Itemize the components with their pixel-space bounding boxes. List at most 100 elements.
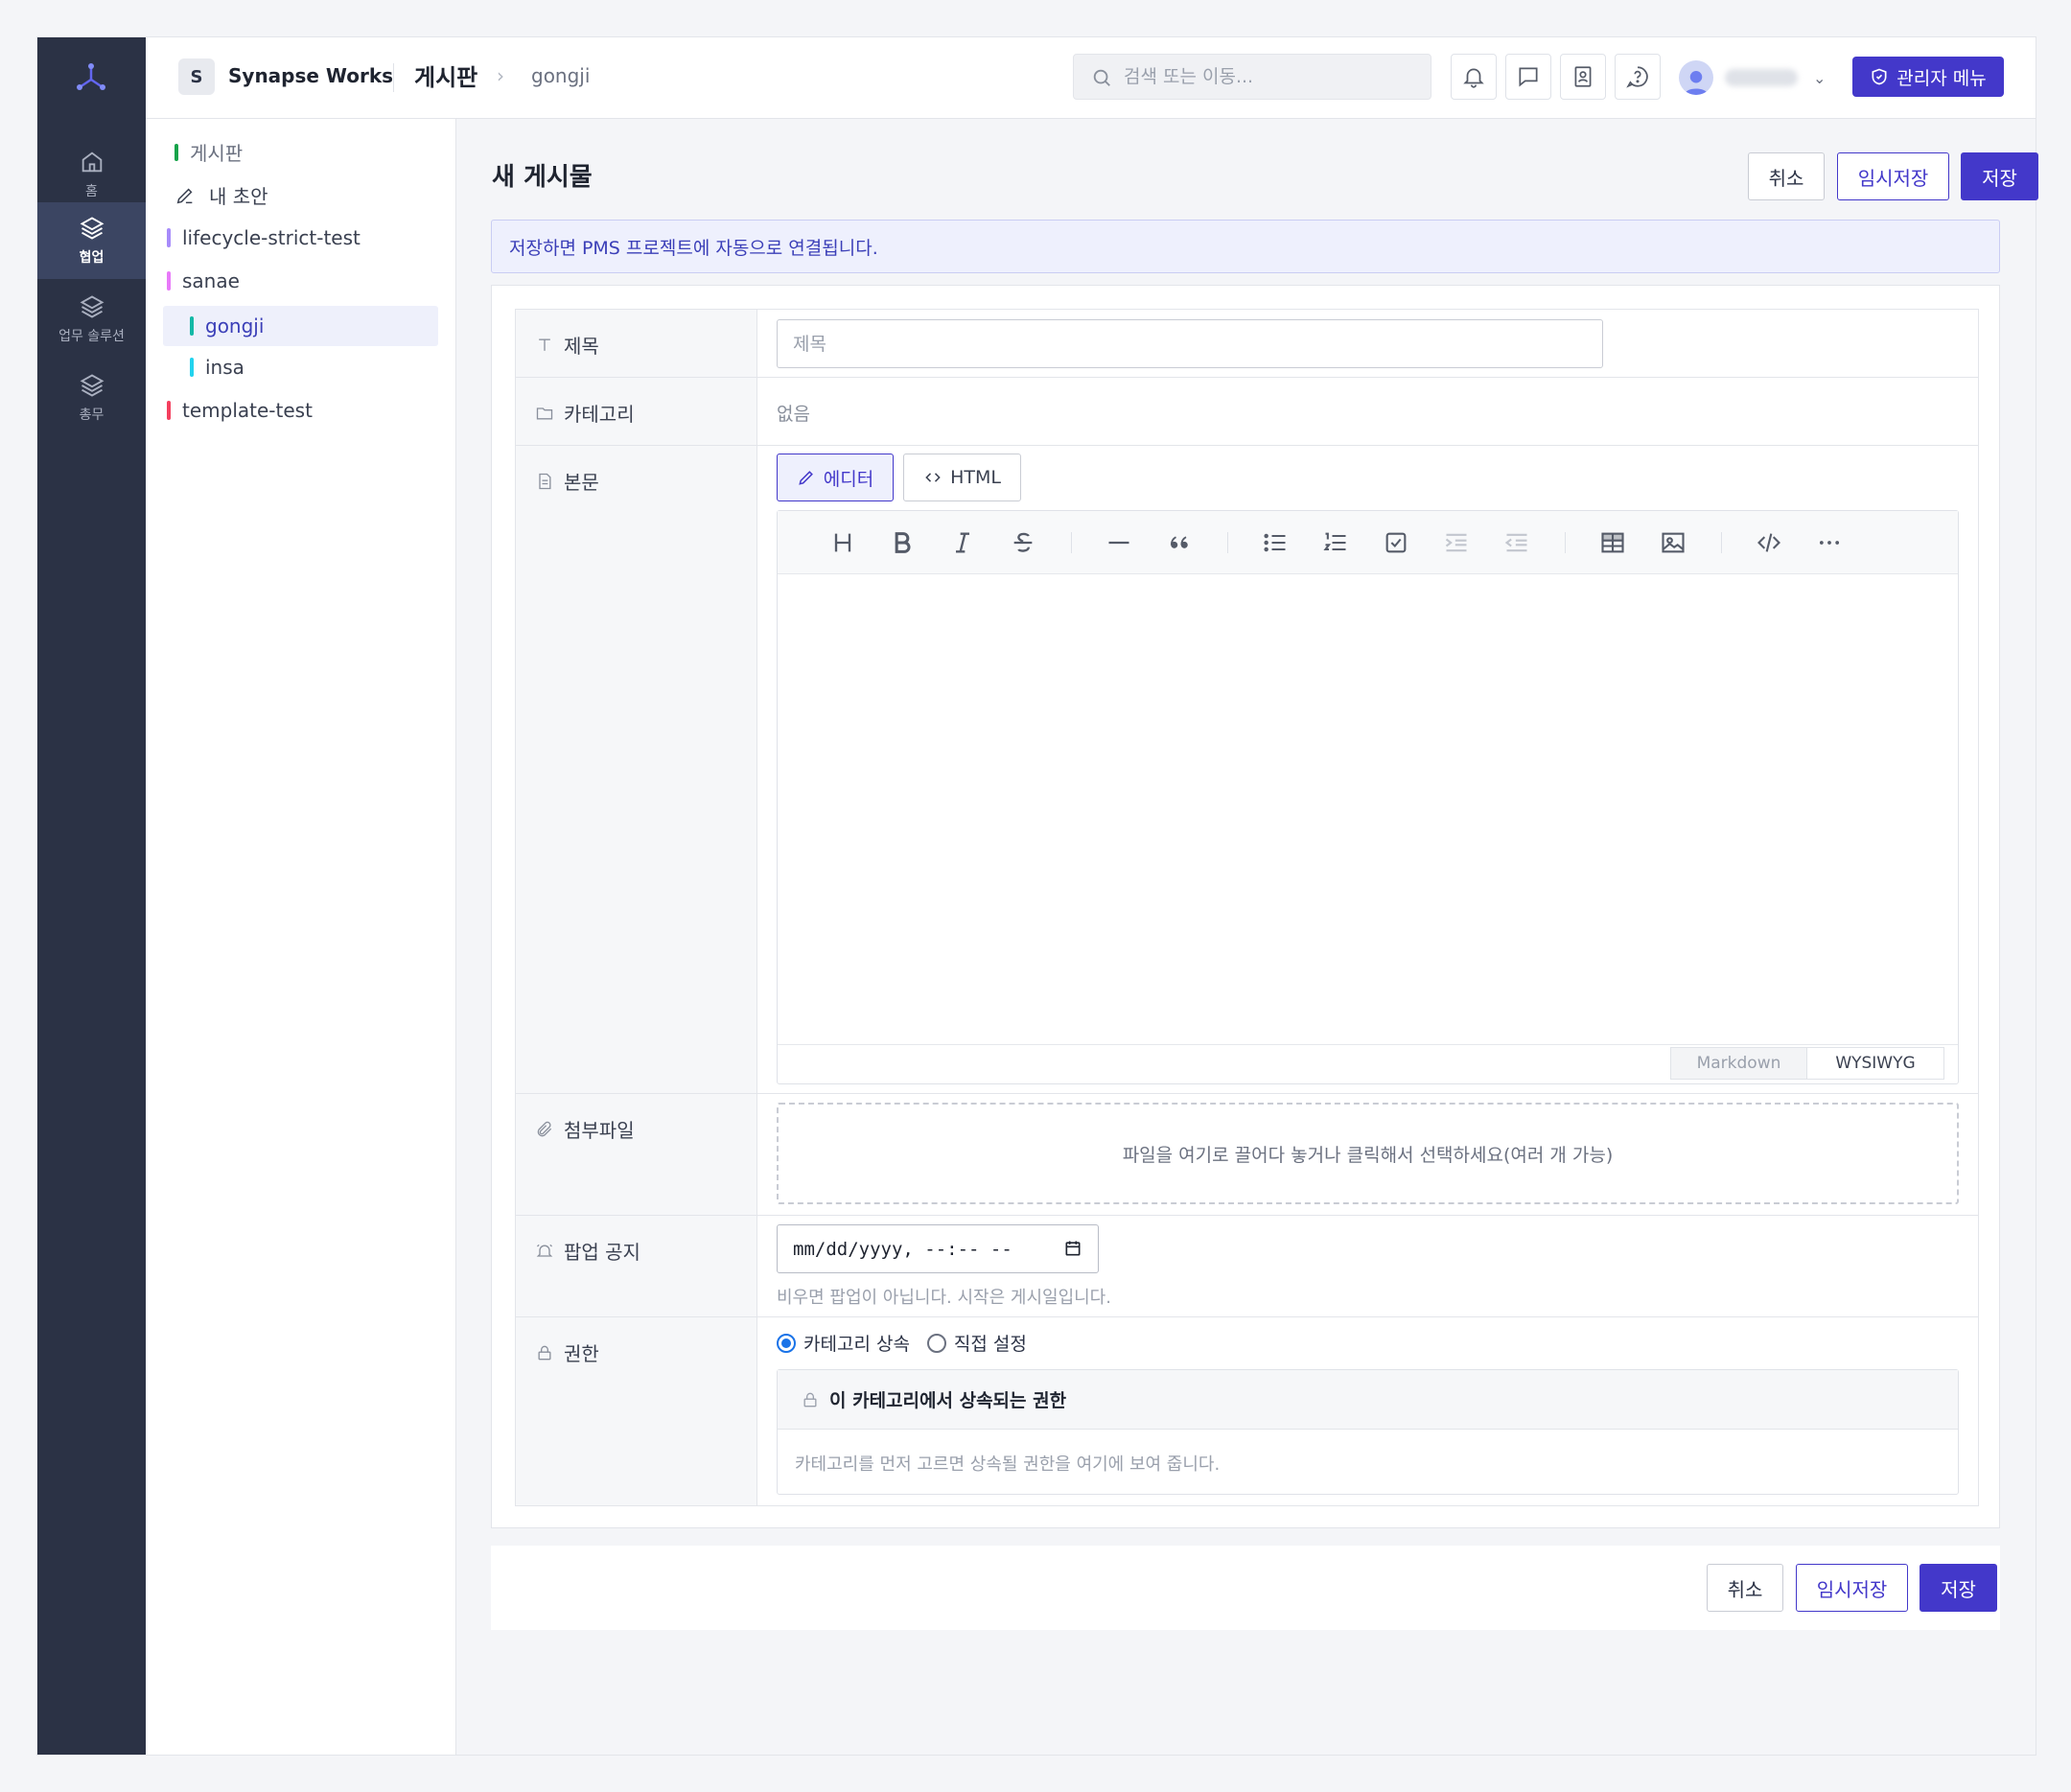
radio-custom-label[interactable]: 직접 설정 bbox=[954, 1330, 1027, 1356]
help-button[interactable] bbox=[1615, 54, 1661, 100]
user-menu[interactable]: ⌄ bbox=[1679, 57, 1826, 99]
tree-item-template-test[interactable]: template-test bbox=[167, 399, 313, 422]
editor-toolbar bbox=[778, 511, 1958, 574]
indent-button[interactable] bbox=[1441, 527, 1472, 558]
toolbar-divider bbox=[1227, 532, 1228, 553]
radio-inherit-label[interactable]: 카테고리 상속 bbox=[803, 1330, 910, 1356]
tree-item-insa[interactable]: insa bbox=[190, 356, 244, 379]
heading-button[interactable] bbox=[827, 527, 858, 558]
workspace-name[interactable]: Synapse Works bbox=[228, 64, 393, 87]
strikethrough-button[interactable] bbox=[1008, 527, 1038, 558]
title-label: 제목 bbox=[535, 331, 599, 359]
messages-button[interactable] bbox=[1505, 54, 1551, 100]
category-value[interactable]: 없음 bbox=[777, 400, 810, 426]
tree-item-label: template-test bbox=[182, 399, 313, 422]
draft-button-bottom[interactable]: 임시저장 bbox=[1796, 1564, 1908, 1612]
ordered-list-icon bbox=[1323, 532, 1346, 551]
bold-button[interactable] bbox=[887, 527, 918, 558]
rail-item-solutions[interactable]: 업무 솔루션 bbox=[37, 281, 146, 358]
italic-button[interactable] bbox=[947, 527, 978, 558]
editor-mode-button[interactable]: 에디터 bbox=[777, 454, 894, 501]
markdown-tab[interactable]: Markdown bbox=[1671, 1048, 1807, 1079]
app-logo-icon[interactable] bbox=[72, 58, 110, 97]
code-icon bbox=[1757, 533, 1780, 552]
search-input[interactable] bbox=[1124, 55, 1421, 99]
workspace-avatar[interactable]: S bbox=[178, 58, 215, 95]
rail-item-collab[interactable]: 협업 bbox=[37, 202, 146, 279]
tree-item-board[interactable]: 게시판 bbox=[175, 138, 243, 166]
attachments-label-text: 첨부파일 bbox=[564, 1119, 635, 1142]
page-title: 새 게시물 bbox=[492, 163, 593, 192]
calendar-icon[interactable] bbox=[1063, 1239, 1082, 1258]
code-icon bbox=[925, 473, 941, 482]
color-marker bbox=[167, 401, 171, 420]
ordered-list-button[interactable] bbox=[1320, 527, 1351, 558]
tree-item-label: lifecycle-strict-test bbox=[182, 226, 361, 249]
radio-custom[interactable] bbox=[926, 1333, 946, 1353]
main-content: 새 게시물 취소 임시저장 저장 저장하면 PMS 프로젝트에 자동으로 연결됩… bbox=[456, 119, 2038, 1755]
notifications-button[interactable] bbox=[1451, 54, 1497, 100]
admin-menu-button[interactable]: 관리자 메뉴 bbox=[1852, 57, 2004, 97]
title-input[interactable] bbox=[777, 319, 1603, 368]
attachments-label: 첨부파일 bbox=[535, 1115, 635, 1143]
tree-item-label: 내 초안 bbox=[209, 185, 268, 208]
code-block-button[interactable] bbox=[1754, 527, 1784, 558]
tree-item-my-drafts[interactable]: 내 초안 bbox=[175, 181, 268, 209]
color-marker bbox=[190, 316, 194, 336]
cancel-button-bottom[interactable]: 취소 bbox=[1707, 1564, 1783, 1612]
board-tree: 게시판 내 초안 lifecycle-strict-test sanae gon… bbox=[146, 119, 456, 1755]
radio-inherit[interactable] bbox=[777, 1333, 796, 1353]
wysiwyg-tab[interactable]: WYSIWYG bbox=[1807, 1048, 1943, 1079]
rail-item-home[interactable]: 홈 bbox=[37, 136, 146, 213]
inherited-permission-box: 이 카테고리에서 상속되는 권한 카테고리를 먼저 고르면 상속될 권한을 여기… bbox=[777, 1369, 1959, 1495]
html-mode-button[interactable]: HTML bbox=[903, 454, 1021, 501]
help-icon bbox=[1626, 66, 1648, 88]
row-divider bbox=[516, 1093, 1978, 1094]
tree-item-label: sanae bbox=[182, 269, 240, 292]
editor-mode-tabs: Markdown WYSIWYG bbox=[1670, 1047, 1944, 1080]
quote-button[interactable] bbox=[1164, 527, 1195, 558]
global-search[interactable] bbox=[1073, 54, 1431, 100]
layers-icon bbox=[80, 217, 104, 240]
heading-icon bbox=[834, 533, 851, 552]
bullet-list-button[interactable] bbox=[1260, 527, 1291, 558]
color-marker bbox=[167, 271, 171, 291]
color-marker bbox=[190, 358, 194, 377]
permission-box-header: 이 카테고리에서 상속되는 권한 bbox=[778, 1370, 1958, 1430]
save-button-top[interactable]: 저장 bbox=[1961, 152, 2038, 200]
color-marker bbox=[167, 228, 171, 247]
rail-item-general[interactable]: 총무 bbox=[37, 360, 146, 436]
more-button[interactable] bbox=[1814, 527, 1845, 558]
rail-label: 협업 bbox=[79, 250, 105, 266]
rich-text-editor[interactable]: Markdown WYSIWYG bbox=[777, 510, 1959, 1084]
pencil-icon bbox=[176, 188, 193, 203]
permission-radio-group: 카테고리 상속 직접 설정 bbox=[777, 1330, 1027, 1356]
contacts-button[interactable] bbox=[1560, 54, 1606, 100]
body-label-text: 본문 bbox=[564, 471, 599, 494]
rail-label: 홈 bbox=[85, 184, 98, 199]
layers-icon bbox=[80, 374, 104, 397]
checkbox-icon bbox=[1385, 532, 1407, 553]
editor-mode-label: 에디터 bbox=[823, 468, 874, 490]
lock-icon bbox=[803, 1392, 817, 1407]
file-dropzone[interactable]: 파일을 여기로 끌어다 놓거나 클릭해서 선택하세요(여러 개 가능) bbox=[777, 1103, 1959, 1204]
save-button-bottom[interactable]: 저장 bbox=[1920, 1564, 1997, 1612]
cancel-button-top[interactable]: 취소 bbox=[1748, 152, 1825, 200]
outdent-button[interactable] bbox=[1501, 527, 1532, 558]
draft-button-top[interactable]: 임시저장 bbox=[1837, 152, 1949, 200]
section-title[interactable]: 게시판 bbox=[414, 58, 477, 92]
table-button[interactable] bbox=[1597, 527, 1628, 558]
chat-icon bbox=[1519, 67, 1538, 87]
pencil-icon bbox=[799, 471, 813, 485]
popup-label-text: 팝업 공지 bbox=[564, 1241, 640, 1264]
outdent-icon bbox=[1504, 533, 1527, 552]
task-list-button[interactable] bbox=[1381, 527, 1411, 558]
tree-item-lifecycle[interactable]: lifecycle-strict-test bbox=[167, 226, 361, 249]
datetime-value: mm/dd/yyyy, --:-- -- bbox=[793, 1238, 1012, 1260]
horizontal-rule-button[interactable] bbox=[1104, 527, 1134, 558]
tree-item-gongji[interactable]: gongji bbox=[163, 306, 438, 346]
popup-datetime-input[interactable]: mm/dd/yyyy, --:-- -- bbox=[777, 1224, 1099, 1273]
image-button[interactable] bbox=[1658, 527, 1688, 558]
permission-box-title: 이 카테고리에서 상속되는 권한 bbox=[829, 1390, 1067, 1411]
tree-item-sanae[interactable]: sanae bbox=[167, 269, 240, 292]
